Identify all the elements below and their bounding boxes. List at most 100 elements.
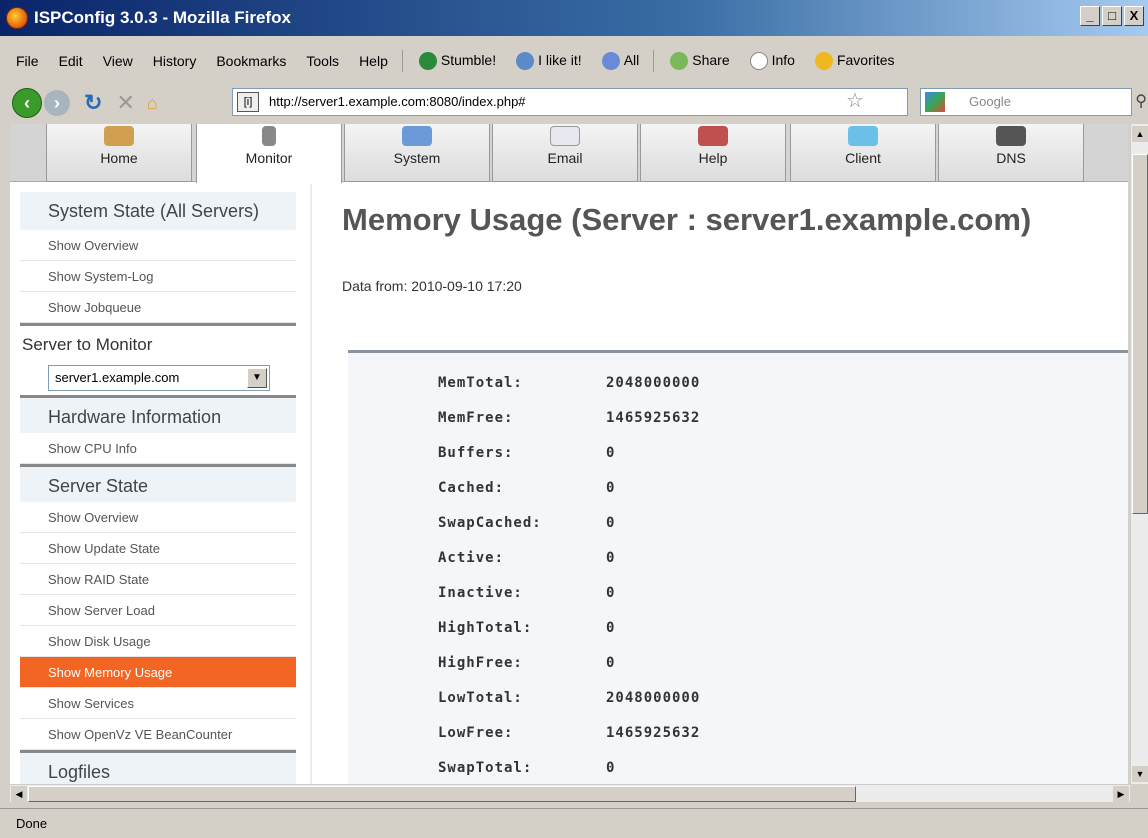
- scroll-left-icon[interactable]: ◀: [11, 786, 27, 802]
- tab-dns[interactable]: DNS: [938, 124, 1084, 182]
- home-icon: [104, 126, 134, 146]
- table-row: MemTotal: 2048000000: [438, 375, 700, 391]
- scroll-right-icon[interactable]: ▶: [1113, 786, 1129, 802]
- sidebar-item-show-jobqueue[interactable]: Show Jobqueue: [20, 292, 296, 323]
- scroll-down-icon[interactable]: ▼: [1132, 766, 1148, 782]
- all-dropdown[interactable]: All: [598, 52, 644, 71]
- tab-client[interactable]: Client: [790, 124, 936, 182]
- memory-value: 0: [606, 515, 616, 531]
- memory-key: HighTotal:: [438, 620, 533, 636]
- forward-button[interactable]: ›: [44, 90, 70, 116]
- memory-key: Active:: [438, 550, 505, 566]
- horizontal-scrollbar[interactable]: ◀ ▶: [10, 784, 1130, 802]
- memory-value: 1465925632: [606, 725, 701, 741]
- toolbar-separator: [653, 50, 655, 72]
- memory-key: Inactive:: [438, 585, 523, 601]
- sidebar-item-show-update-state[interactable]: Show Update State: [20, 533, 296, 564]
- memory-value: 0: [606, 445, 616, 461]
- table-row: SwapCached: 0: [438, 515, 615, 531]
- client-icon: [848, 126, 878, 146]
- table-row: HighFree: 0: [438, 655, 615, 671]
- star-icon: [814, 52, 833, 71]
- tab-help[interactable]: Help: [640, 124, 786, 182]
- tab-monitor[interactable]: Monitor: [196, 124, 342, 183]
- menu-tools[interactable]: Tools: [302, 53, 343, 69]
- menu-help[interactable]: Help: [355, 53, 392, 69]
- menu-history[interactable]: History: [149, 53, 201, 69]
- sidebar-item-show-disk-usage[interactable]: Show Disk Usage: [20, 626, 296, 657]
- search-icon[interactable]: ⚲: [1135, 89, 1147, 115]
- sidebar-item-show-openvz-beancounter[interactable]: Show OpenVz VE BeanCounter: [20, 719, 296, 750]
- window-controls: _ □ X: [1080, 6, 1144, 26]
- sidebar-item-show-memory-usage[interactable]: Show Memory Usage: [20, 657, 296, 688]
- sidebar: System State (All Servers) Show Overview…: [20, 192, 296, 784]
- menu-bookmarks[interactable]: Bookmarks: [212, 53, 290, 69]
- share-icon: [670, 52, 689, 71]
- menu-file[interactable]: File: [12, 53, 43, 69]
- table-row: Active: 0: [438, 550, 615, 566]
- info-button[interactable]: Info: [746, 52, 799, 71]
- memory-key: LowFree:: [438, 725, 514, 741]
- reload-icon[interactable]: ↻: [84, 90, 102, 116]
- memory-value: 0: [606, 585, 616, 601]
- memory-key: MemFree:: [438, 410, 514, 426]
- table-row: Buffers: 0: [438, 445, 615, 461]
- share-button[interactable]: Share: [666, 52, 733, 71]
- table-row: LowFree: 1465925632: [438, 725, 700, 741]
- back-button[interactable]: ‹: [12, 88, 42, 118]
- navigation-bar: ‹ › ↻ ✕ ⌂ [i] http://server1.example.com…: [0, 82, 1148, 124]
- thumbs-up-icon: [516, 52, 535, 71]
- sidebar-item-show-services[interactable]: Show Services: [20, 688, 296, 719]
- favorites-button[interactable]: Favorites: [811, 52, 899, 71]
- memory-value: 0: [606, 760, 616, 776]
- maximize-button[interactable]: □: [1102, 6, 1122, 26]
- data-timestamp: Data from: 2010-09-10 17:20: [342, 278, 522, 294]
- scroll-up-icon[interactable]: ▲: [1132, 126, 1148, 142]
- table-row: LowTotal: 2048000000: [438, 690, 700, 706]
- sidebar-item-show-overview[interactable]: Show Overview: [20, 230, 296, 261]
- server-to-monitor-label: Server to Monitor: [20, 323, 296, 361]
- thumbs-down-icon: [601, 52, 620, 71]
- close-button[interactable]: X: [1124, 6, 1144, 26]
- url-text: http://server1.example.com:8080/index.ph…: [269, 94, 526, 109]
- memory-key: SwapCached:: [438, 515, 542, 531]
- minimize-button[interactable]: _: [1080, 6, 1100, 26]
- vertical-scrollbar[interactable]: ▲ ▼: [1130, 124, 1148, 784]
- sidebar-item-show-raid-state[interactable]: Show RAID State: [20, 564, 296, 595]
- stumble-button[interactable]: Stumble!: [415, 52, 500, 71]
- tab-home[interactable]: Home: [46, 124, 192, 182]
- bookmark-star-icon[interactable]: ☆: [846, 88, 864, 113]
- tab-email[interactable]: Email: [492, 124, 638, 182]
- sidebar-item-show-overview-server[interactable]: Show Overview: [20, 502, 296, 533]
- vertical-scroll-thumb[interactable]: [1132, 154, 1148, 514]
- memory-key: Buffers:: [438, 445, 514, 461]
- memory-value: 0: [606, 480, 616, 496]
- search-box[interactable]: Google ⚲: [920, 88, 1147, 116]
- home-page-icon[interactable]: ⌂: [147, 93, 158, 114]
- sidebar-item-show-cpu-info[interactable]: Show CPU Info: [20, 433, 296, 464]
- url-bar[interactable]: [i] http://server1.example.com:8080/inde…: [232, 88, 908, 116]
- memory-key: SwapTotal:: [438, 760, 533, 776]
- stop-icon[interactable]: ✕: [116, 90, 134, 116]
- memory-key: Cached:: [438, 480, 505, 496]
- server-select-value: server1.example.com: [55, 370, 180, 385]
- menu-view[interactable]: View: [99, 53, 137, 69]
- menu-edit[interactable]: Edit: [55, 53, 87, 69]
- info-icon: [749, 52, 768, 71]
- sidebar-heading-hardware: Hardware Information: [20, 395, 296, 433]
- sidebar-item-show-server-load[interactable]: Show Server Load: [20, 595, 296, 626]
- browser-window: ISPConfig 3.0.3 - Mozilla Firefox _ □ X …: [0, 0, 1148, 838]
- dropdown-arrow-icon[interactable]: ▼: [247, 368, 267, 388]
- server-select[interactable]: server1.example.com ▼: [48, 365, 270, 391]
- table-row: MemFree: 1465925632: [438, 410, 700, 426]
- sidebar-heading-server-state: Server State: [20, 464, 296, 502]
- sidebar-item-show-system-log[interactable]: Show System-Log: [20, 261, 296, 292]
- memory-value: 1465925632: [606, 410, 701, 426]
- tab-system[interactable]: System: [344, 124, 490, 182]
- i-like-it-button[interactable]: I like it!: [512, 52, 586, 71]
- column-divider: [310, 184, 312, 784]
- horizontal-scroll-thumb[interactable]: [28, 786, 856, 802]
- status-bar: Done: [0, 808, 1148, 838]
- table-row: Cached: 0: [438, 480, 615, 496]
- monitor-icon: [262, 126, 276, 146]
